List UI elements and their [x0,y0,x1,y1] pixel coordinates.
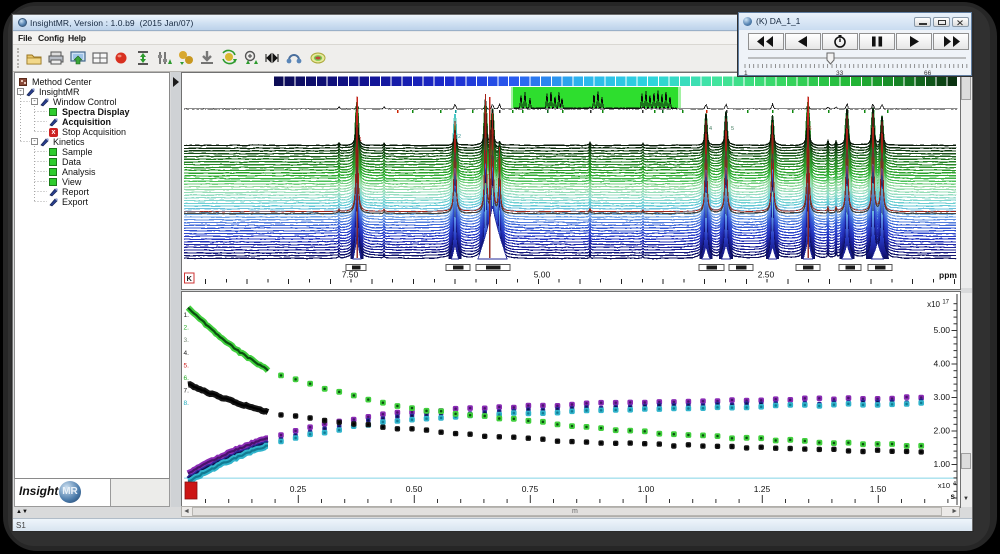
svg-text:s: s [951,492,956,501]
svg-text:1.00: 1.00 [638,484,655,494]
svg-text:4: 4 [953,481,956,487]
svg-text:1.00: 1.00 [933,459,950,469]
svg-text:x10: x10 [927,300,940,309]
svg-text:7.: 7. [184,388,190,395]
svg-text:2.00: 2.00 [933,426,950,436]
svg-text:1.25: 1.25 [754,484,771,494]
svg-text:4: 4 [709,126,712,132]
svg-text:17: 17 [942,300,949,306]
svg-text:2.50: 2.50 [758,270,775,280]
svg-text:1.50: 1.50 [870,484,887,494]
svg-text:2: 2 [458,134,461,140]
svg-text:8.: 8. [184,400,190,407]
svg-text:1: 1 [359,137,362,143]
svg-text:66: 66 [924,70,932,77]
svg-text:3.: 3. [184,337,190,344]
svg-text:x10: x10 [938,481,950,490]
svg-text:0.50: 0.50 [406,484,423,494]
svg-text:2.: 2. [184,325,190,332]
svg-text:1: 1 [744,70,748,77]
svg-text:0.25: 0.25 [290,484,307,494]
svg-text:1.: 1. [184,312,190,319]
svg-text:3: 3 [491,130,494,136]
svg-text:4.: 4. [184,350,190,357]
svg-text:K: K [186,274,192,283]
svg-text:6.: 6. [184,375,190,382]
svg-text:5: 5 [731,126,734,132]
svg-text:0.75: 0.75 [522,484,539,494]
svg-text:6: 6 [809,126,812,132]
svg-text:ppm: ppm [939,270,957,280]
svg-text:4.00: 4.00 [933,359,950,369]
svg-text:7.50: 7.50 [342,270,359,280]
svg-text:33: 33 [836,70,844,77]
svg-text:5.00: 5.00 [933,325,950,335]
svg-text:5.: 5. [184,362,190,369]
svg-text:3.00: 3.00 [933,392,950,402]
svg-text:5.00: 5.00 [534,270,551,280]
